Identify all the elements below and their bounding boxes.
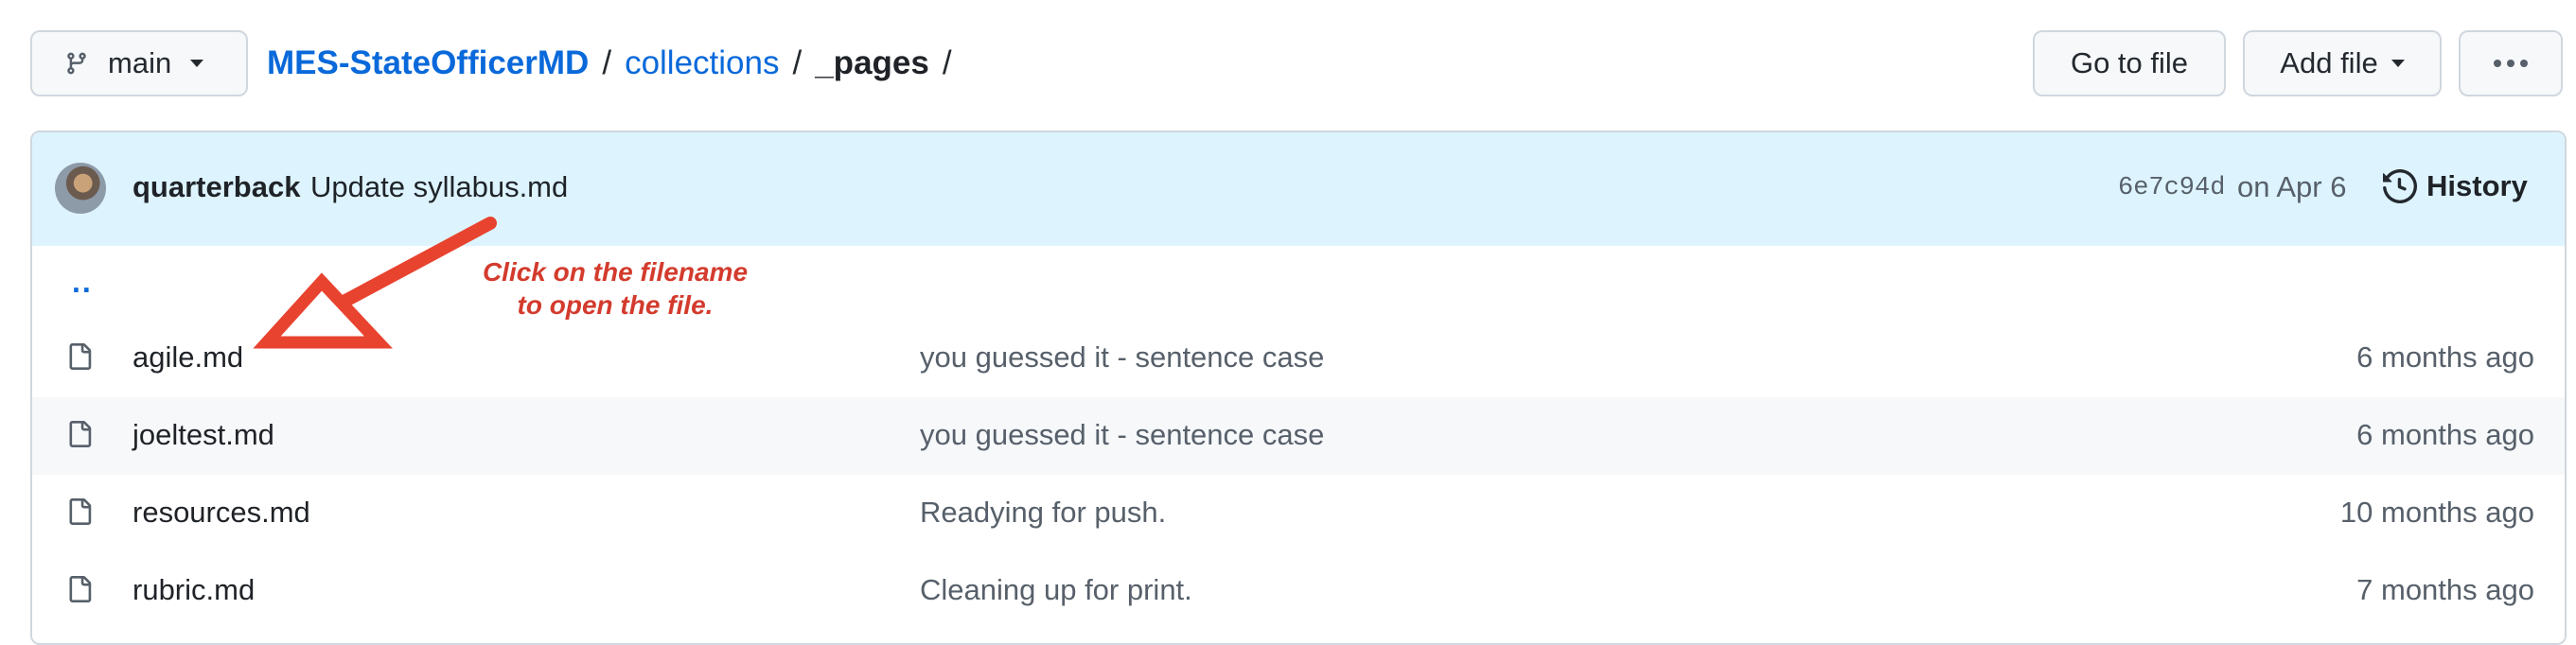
annotation-arrow-icon [253,217,497,349]
annotation-line-1: Click on the filename [482,257,749,287]
annotation-line-2: to open the file. [517,290,714,320]
annotation-note: Click on the filename to open the file. [426,255,804,322]
